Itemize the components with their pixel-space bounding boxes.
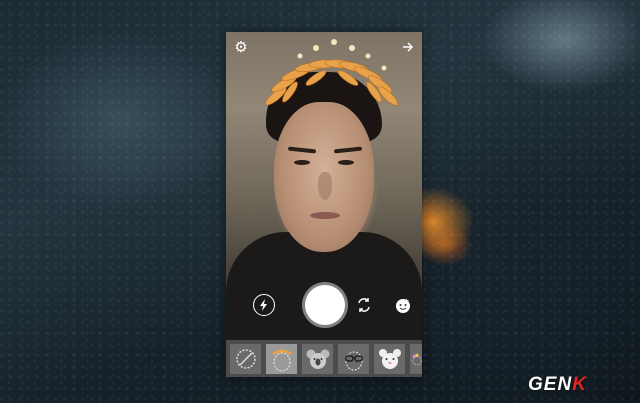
right-eye [338, 160, 354, 165]
capture-button[interactable] [305, 285, 345, 325]
nose [318, 172, 332, 200]
koala-filter-icon[interactable] [302, 343, 333, 374]
crown-filter-icon[interactable] [266, 343, 297, 374]
gear-icon[interactable]: ⚙ [231, 37, 251, 57]
watermark-part1: GEN [528, 374, 573, 395]
right-eyebrow [333, 146, 363, 154]
laurel-crown-overlay [265, 39, 399, 106]
flower-filter-icon[interactable] [410, 343, 422, 374]
face-filter-icon[interactable] [392, 294, 414, 316]
left-eye [294, 160, 310, 165]
mouth [310, 212, 340, 219]
face [274, 102, 374, 252]
arrow-right-icon[interactable] [398, 37, 418, 57]
glasses-filter-icon[interactable] [338, 343, 369, 374]
camera-preview: ⚙ [226, 32, 422, 340]
filter-tray [226, 340, 422, 377]
no-filter-icon[interactable] [230, 343, 261, 374]
watermark-part2: K [572, 374, 587, 395]
camera-flip-icon[interactable] [353, 294, 375, 316]
left-eyebrow [287, 146, 317, 154]
bunny-filter-icon[interactable] [374, 343, 405, 374]
lightning-icon[interactable] [253, 294, 275, 316]
camera-app-window: ⚙ [226, 32, 422, 377]
genk-watermark: GENK [528, 374, 587, 396]
